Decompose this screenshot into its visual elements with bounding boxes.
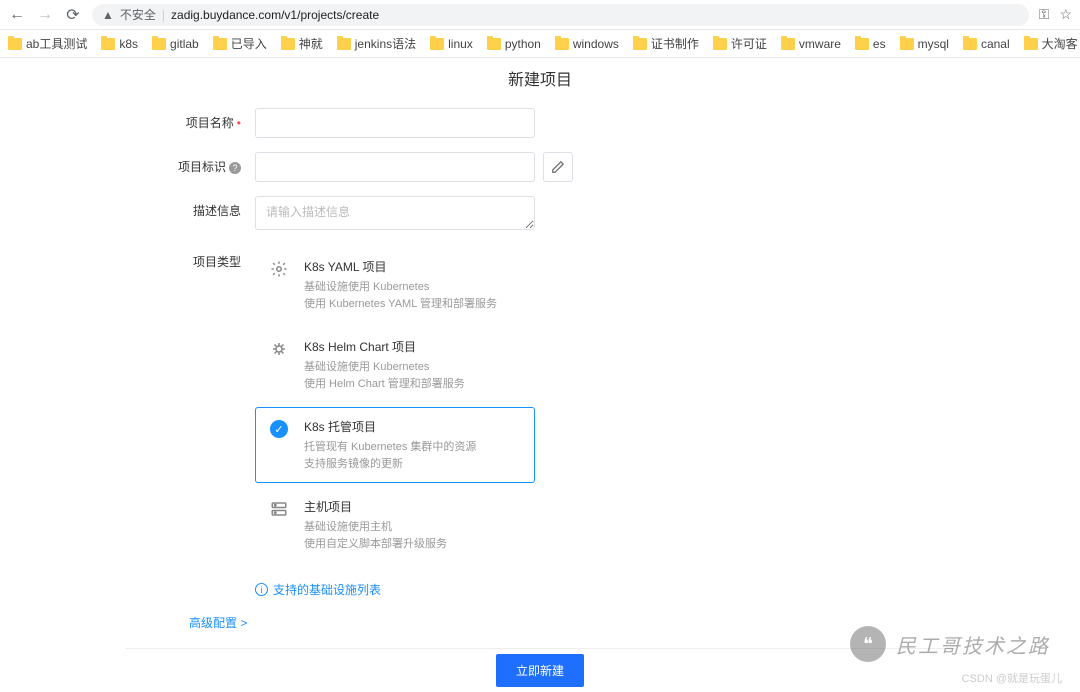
check-icon: ✓ (268, 418, 290, 472)
bookmark-item[interactable]: 已导入 (213, 35, 267, 52)
edit-id-button[interactable] (543, 152, 573, 182)
folder-icon (430, 38, 444, 50)
project-name-input[interactable] (255, 108, 535, 138)
project-type-option[interactable]: 主机项目基础设施使用主机使用自定义脚本部署升级服务 (255, 487, 535, 563)
folder-icon (781, 38, 795, 50)
folder-icon (487, 38, 501, 50)
folder-icon (963, 38, 977, 50)
bookmark-item[interactable]: k8s (101, 37, 138, 51)
page-title: 新建项目 (0, 66, 1080, 90)
supported-infra-link[interactable]: i 支持的基础设施列表 (255, 581, 905, 598)
browser-toolbar: ← → ⟳ ▲ 不安全 | zadig.buydance.com/v1/proj… (0, 0, 1080, 30)
bookmark-item[interactable]: mysql (900, 37, 949, 51)
helm-icon (268, 338, 290, 392)
type-desc: 支持服务镜像的更新 (304, 456, 522, 473)
label-project-id: 项目标识? (175, 152, 255, 182)
folder-icon (213, 38, 227, 50)
project-id-input[interactable] (255, 152, 535, 182)
folder-icon (152, 38, 166, 50)
folder-icon (1024, 38, 1038, 50)
label-desc: 描述信息 (175, 196, 255, 233)
folder-icon (281, 38, 295, 50)
type-desc: 使用 Helm Chart 管理和部署服务 (304, 376, 522, 393)
type-title: K8s 托管项目 (304, 418, 522, 435)
bookmark-item[interactable]: 神就 (281, 35, 323, 52)
gear-icon (268, 258, 290, 312)
description-input[interactable] (255, 196, 535, 230)
bookmark-item[interactable]: 大淘客 (1024, 35, 1078, 52)
label-project-name: 项目名称• (175, 108, 255, 138)
bookmark-item[interactable]: 许可证 (713, 35, 767, 52)
type-title: K8s Helm Chart 项目 (304, 338, 522, 355)
folder-icon (8, 38, 22, 50)
bookmark-item[interactable]: gitlab (152, 37, 199, 51)
folder-icon (713, 38, 727, 50)
type-desc: 基础设施使用 Kubernetes (304, 279, 522, 296)
bookmark-item[interactable]: 证书制作 (633, 35, 699, 52)
type-desc: 使用 Kubernetes YAML 管理和部署服务 (304, 296, 522, 313)
share-icon[interactable]: ☆ (1059, 6, 1072, 23)
folder-icon (633, 38, 647, 50)
advanced-config-link[interactable]: 高级配置 > (189, 614, 905, 631)
type-desc: 基础设施使用主机 (304, 519, 522, 536)
footer-bar: 立即新建 (125, 648, 955, 692)
info-icon: i (255, 583, 268, 596)
check-icon: ✓ (270, 420, 288, 438)
folder-icon (855, 38, 869, 50)
label-type: 项目类型 (175, 247, 255, 567)
submit-button[interactable]: 立即新建 (496, 654, 584, 687)
type-desc: 基础设施使用 Kubernetes (304, 359, 522, 376)
help-icon[interactable]: ? (229, 162, 241, 174)
bookmark-item[interactable]: es (855, 37, 886, 51)
bookmark-item[interactable]: python (487, 37, 541, 51)
csdn-attribution: CSDN @就是玩蛋儿 (962, 670, 1062, 686)
type-desc: 托管现有 Kubernetes 集群中的资源 (304, 439, 522, 456)
project-type-option[interactable]: K8s YAML 项目基础设施使用 Kubernetes使用 Kubernete… (255, 247, 535, 323)
url-text: zadig.buydance.com/v1/projects/create (171, 8, 379, 22)
key-icon[interactable]: ⚿ (1039, 6, 1050, 23)
wechat-icon: ❝ (850, 626, 886, 662)
folder-icon (900, 38, 914, 50)
insecure-label: 不安全 (120, 6, 156, 23)
folder-icon (555, 38, 569, 50)
folder-icon (101, 38, 115, 50)
bookmark-item[interactable]: jenkins语法 (337, 35, 416, 52)
back-button[interactable]: ← (8, 6, 26, 24)
type-title: 主机项目 (304, 498, 522, 515)
watermark: ❝ 民工哥技术之路 (850, 626, 1050, 662)
folder-icon (337, 38, 351, 50)
bookmark-item[interactable]: windows (555, 37, 619, 51)
project-type-option[interactable]: ✓ K8s 托管项目托管现有 Kubernetes 集群中的资源支持服务镜像的更新 (255, 407, 535, 483)
bookmark-item[interactable]: canal (963, 37, 1010, 51)
type-desc: 使用自定义脚本部署升级服务 (304, 536, 522, 553)
pencil-icon (551, 160, 565, 174)
bookmark-item[interactable]: ab工具测试 (8, 35, 87, 52)
type-title: K8s YAML 项目 (304, 258, 522, 275)
bookmark-item[interactable]: linux (430, 37, 473, 51)
bookmark-item[interactable]: vmware (781, 37, 841, 51)
bookmarks-bar: ab工具测试 k8s gitlab 已导入神就 jenkins语法 linux python… (0, 30, 1080, 58)
forward-button[interactable]: → (36, 6, 54, 24)
project-type-option[interactable]: K8s Helm Chart 项目基础设施使用 Kubernetes使用 Hel… (255, 327, 535, 403)
server-icon (268, 498, 290, 552)
insecure-icon: ▲ (102, 8, 114, 22)
address-bar[interactable]: ▲ 不安全 | zadig.buydance.com/v1/projects/c… (92, 4, 1029, 26)
reload-button[interactable]: ⟳ (64, 5, 82, 25)
